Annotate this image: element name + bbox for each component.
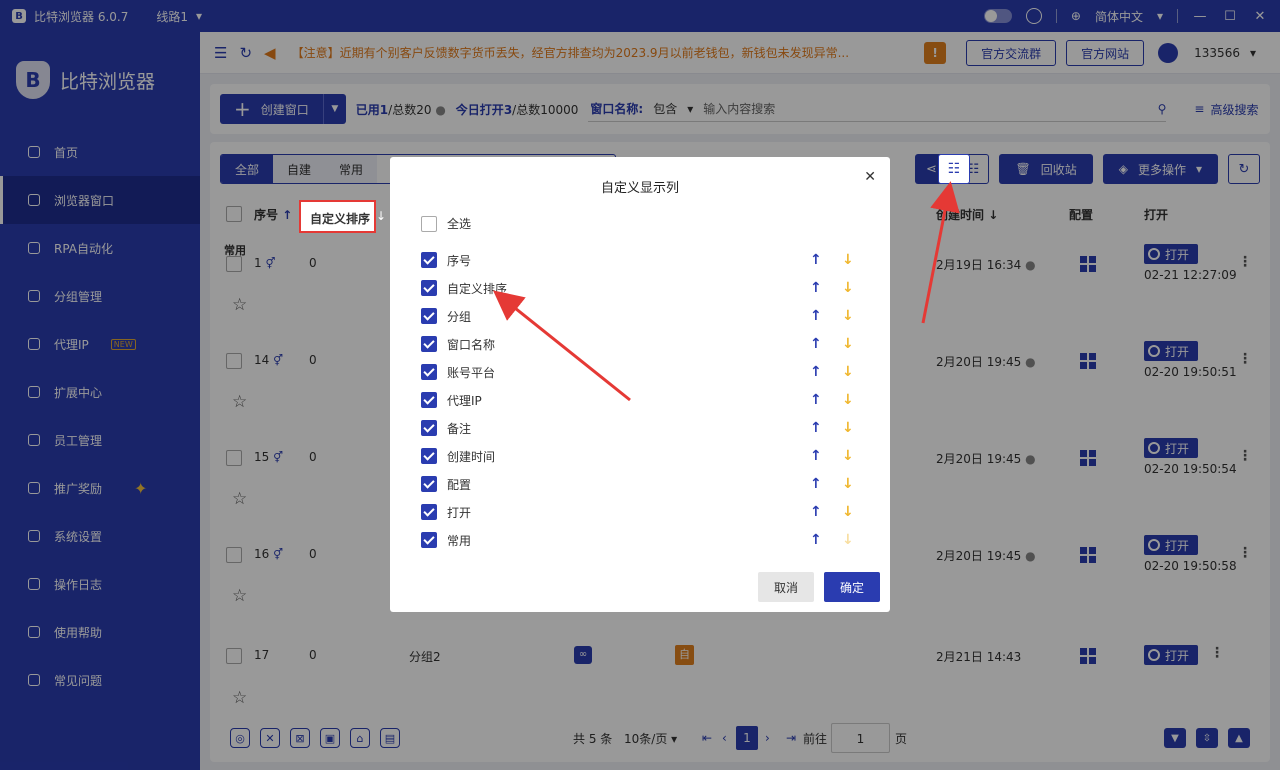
annotation-arrow bbox=[921, 181, 960, 324]
annotation-arrow bbox=[492, 290, 631, 402]
annotation-arrows bbox=[492, 181, 960, 402]
